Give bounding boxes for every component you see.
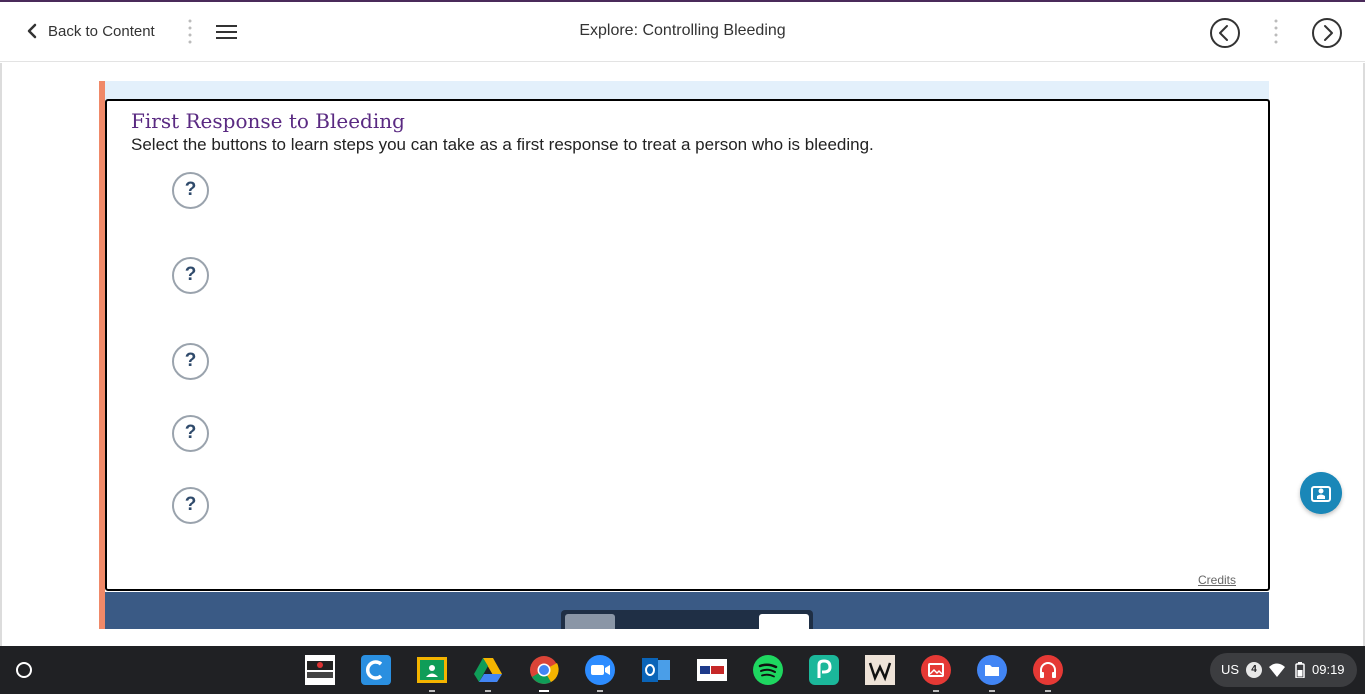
wetip-icon[interactable] xyxy=(697,655,727,685)
running-indicator xyxy=(485,690,491,692)
green-app-icon[interactable] xyxy=(809,655,839,685)
pager-next-button[interactable] xyxy=(759,614,809,629)
os-shelf: US 4 09:19 xyxy=(0,646,1365,694)
pager-previous-button[interactable] xyxy=(565,614,615,629)
card-top-strip xyxy=(99,81,1269,101)
google-drive-icon[interactable] xyxy=(473,655,503,685)
vertical-divider-dots-icon xyxy=(188,19,192,44)
running-indicator xyxy=(429,690,435,692)
previous-page-button[interactable] xyxy=(1209,17,1241,49)
running-indicator xyxy=(933,690,939,692)
hamburger-menu-icon[interactable] xyxy=(216,24,237,40)
next-page-button[interactable] xyxy=(1311,17,1343,49)
zoom-icon[interactable] xyxy=(585,655,615,685)
accessibility-help-button[interactable] xyxy=(1300,472,1342,514)
launcher-icon[interactable] xyxy=(7,653,41,687)
headphones-app-icon[interactable] xyxy=(1033,655,1063,685)
bottom-nav-bar xyxy=(105,592,1269,629)
card-title: First Response to Bleeding xyxy=(131,109,405,133)
google-classroom-icon[interactable] xyxy=(417,655,447,685)
notification-count-badge: 4 xyxy=(1246,662,1262,678)
back-to-content-button[interactable]: Back to Content xyxy=(24,22,155,40)
stop-bullying-app-icon[interactable] xyxy=(305,655,335,685)
hotspot-button-3[interactable]: ? xyxy=(172,343,209,380)
hotspot-button-2[interactable]: ? xyxy=(172,257,209,294)
running-indicator xyxy=(1045,690,1051,692)
gallery-icon[interactable] xyxy=(921,655,951,685)
wifi-icon xyxy=(1269,663,1285,677)
running-indicator xyxy=(989,690,995,692)
running-indicator xyxy=(597,690,603,692)
input-locale: US xyxy=(1221,662,1240,677)
files-icon[interactable] xyxy=(977,655,1007,685)
vertical-divider-dots-icon xyxy=(1274,19,1278,44)
activity-card: First Response to Bleeding Select the bu… xyxy=(105,99,1270,591)
back-label: Back to Content xyxy=(48,22,155,40)
hotspot-button-5[interactable]: ? xyxy=(172,487,209,524)
wikipedia-icon[interactable] xyxy=(865,655,895,685)
hotspot-button-4[interactable]: ? xyxy=(172,415,209,452)
card-instructions: Select the buttons to learn steps you ca… xyxy=(131,135,874,154)
outlook-icon[interactable] xyxy=(641,655,671,685)
page-title: Explore: Controlling Bleeding xyxy=(579,22,786,39)
pager xyxy=(561,610,813,629)
top-bar: Back to Content Explore: Controlling Ble… xyxy=(0,0,1365,62)
spotify-icon[interactable] xyxy=(753,655,783,685)
hotspot-button-1[interactable]: ? xyxy=(172,172,209,209)
battery-icon xyxy=(1295,662,1305,678)
status-tray[interactable]: US 4 09:19 xyxy=(1210,653,1357,687)
c-app-icon[interactable] xyxy=(361,655,391,685)
chevron-left-icon xyxy=(27,23,37,39)
clock: 09:19 xyxy=(1312,662,1345,677)
credits-link[interactable]: Credits xyxy=(1198,573,1236,587)
chrome-icon[interactable] xyxy=(529,655,559,685)
active-indicator xyxy=(539,690,549,692)
